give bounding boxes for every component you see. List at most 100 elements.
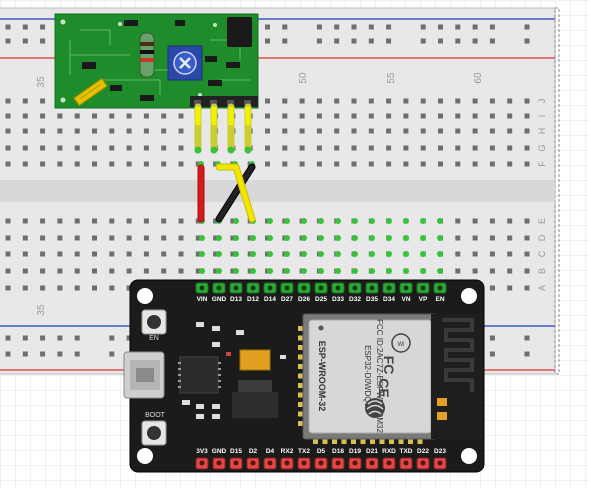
breadboard-hole[interactable] xyxy=(22,98,28,104)
breadboard-hole[interactable] xyxy=(524,335,530,341)
breadboard-hole[interactable] xyxy=(472,161,478,167)
breadboard-hole[interactable] xyxy=(40,235,46,241)
breadboard-hole[interactable] xyxy=(109,161,115,167)
breadboard-hole[interactable] xyxy=(316,113,322,119)
breadboard-hole[interactable] xyxy=(5,235,11,241)
micro-usb-port[interactable] xyxy=(123,351,165,399)
breadboard-hole[interactable] xyxy=(351,161,357,167)
breadboard-hole[interactable] xyxy=(368,128,374,134)
breadboard-hole[interactable] xyxy=(178,113,184,119)
breadboard-hole[interactable] xyxy=(316,161,322,167)
en-button[interactable] xyxy=(141,309,167,335)
breadboard-hole[interactable] xyxy=(455,128,461,134)
breadboard-hole[interactable] xyxy=(109,251,115,257)
breadboard-hole[interactable] xyxy=(507,98,513,104)
breadboard-hole[interactable] xyxy=(143,128,149,134)
breadboard-hole[interactable] xyxy=(40,161,46,167)
breadboard-hole[interactable] xyxy=(5,145,11,151)
breadboard-hole[interactable] xyxy=(351,38,357,44)
breadboard-hole[interactable] xyxy=(74,285,80,291)
breadboard-hole[interactable] xyxy=(507,145,513,151)
breadboard-hole[interactable] xyxy=(438,161,443,167)
breadboard-hole[interactable] xyxy=(92,161,97,167)
breadboard-hole[interactable] xyxy=(109,128,115,134)
breadboard-hole[interactable] xyxy=(507,128,513,134)
breadboard-hole[interactable] xyxy=(472,235,478,241)
breadboard-hole[interactable] xyxy=(143,113,149,119)
breadboard-hole[interactable] xyxy=(22,351,28,357)
breadboard-hole[interactable] xyxy=(438,98,443,104)
breadboard-hole[interactable] xyxy=(524,268,530,274)
breadboard-hole[interactable] xyxy=(74,268,80,274)
breadboard-hole[interactable] xyxy=(455,24,461,30)
breadboard-hole[interactable] xyxy=(161,235,167,241)
breadboard-hole[interactable] xyxy=(282,161,288,167)
breadboard-hole[interactable] xyxy=(40,128,46,134)
breadboard-hole[interactable] xyxy=(438,113,443,119)
breadboard-hole[interactable] xyxy=(5,161,11,167)
breadboard-hole[interactable] xyxy=(420,145,426,151)
breadboard-hole[interactable] xyxy=(316,145,322,151)
breadboard-hole[interactable] xyxy=(265,38,270,44)
breadboard-hole[interactable] xyxy=(161,113,167,119)
breadboard-hole[interactable] xyxy=(5,38,11,44)
breadboard-hole[interactable] xyxy=(489,98,495,104)
breadboard-hole[interactable] xyxy=(472,251,478,257)
breadboard-hole[interactable] xyxy=(368,161,374,167)
breadboard-hole[interactable] xyxy=(455,113,461,119)
breadboard-hole[interactable] xyxy=(316,24,322,30)
boot-button[interactable] xyxy=(141,420,167,446)
breadboard-hole[interactable] xyxy=(74,145,80,151)
breadboard-hole[interactable] xyxy=(109,218,115,224)
breadboard-hole[interactable] xyxy=(438,38,443,44)
breadboard-hole[interactable] xyxy=(386,98,392,104)
breadboard-hole[interactable] xyxy=(299,128,305,134)
breadboard-hole[interactable] xyxy=(22,113,28,119)
breadboard-hole[interactable] xyxy=(40,351,46,357)
breadboard-hole[interactable] xyxy=(472,113,478,119)
breadboard-hole[interactable] xyxy=(57,218,63,224)
breadboard-hole[interactable] xyxy=(282,145,288,151)
breadboard-hole[interactable] xyxy=(403,113,409,119)
breadboard-hole[interactable] xyxy=(126,128,132,134)
breadboard-hole[interactable] xyxy=(109,268,115,274)
breadboard-hole[interactable] xyxy=(5,351,11,357)
breadboard-hole[interactable] xyxy=(386,128,392,134)
breadboard-hole[interactable] xyxy=(386,113,392,119)
breadboard-hole[interactable] xyxy=(5,218,11,224)
breadboard-hole[interactable] xyxy=(455,268,461,274)
breadboard-hole[interactable] xyxy=(524,145,530,151)
breadboard-hole[interactable] xyxy=(472,24,478,30)
breadboard-hole[interactable] xyxy=(57,335,63,341)
breadboard-hole[interactable] xyxy=(472,268,478,274)
breadboard-hole[interactable] xyxy=(40,251,46,257)
breadboard-hole[interactable] xyxy=(161,145,167,151)
breadboard-hole[interactable] xyxy=(178,161,184,167)
breadboard-hole[interactable] xyxy=(143,161,149,167)
breadboard-hole[interactable] xyxy=(109,335,115,341)
breadboard-hole[interactable] xyxy=(524,98,530,104)
breadboard-hole[interactable] xyxy=(22,251,28,257)
breadboard-hole[interactable] xyxy=(420,113,426,119)
breadboard-hole[interactable] xyxy=(489,218,495,224)
breadboard-hole[interactable] xyxy=(126,218,132,224)
breadboard-hole[interactable] xyxy=(438,145,443,151)
breadboard-hole[interactable] xyxy=(126,268,132,274)
breadboard-hole[interactable] xyxy=(282,98,288,104)
breadboard-hole[interactable] xyxy=(489,235,495,241)
breadboard-hole[interactable] xyxy=(265,128,270,134)
breadboard-hole[interactable] xyxy=(368,145,374,151)
breadboard-hole[interactable] xyxy=(455,235,461,241)
breadboard-hole[interactable] xyxy=(57,268,63,274)
breadboard-hole[interactable] xyxy=(143,251,149,257)
breadboard-hole[interactable] xyxy=(299,98,305,104)
breadboard-hole[interactable] xyxy=(368,38,374,44)
breadboard-hole[interactable] xyxy=(22,335,28,341)
breadboard-hole[interactable] xyxy=(74,218,80,224)
breadboard-hole[interactable] xyxy=(403,128,409,134)
breadboard-hole[interactable] xyxy=(40,98,46,104)
breadboard-hole[interactable] xyxy=(368,24,374,30)
breadboard-hole[interactable] xyxy=(334,161,340,167)
breadboard-hole[interactable] xyxy=(178,235,184,241)
breadboard-hole[interactable] xyxy=(22,24,28,30)
